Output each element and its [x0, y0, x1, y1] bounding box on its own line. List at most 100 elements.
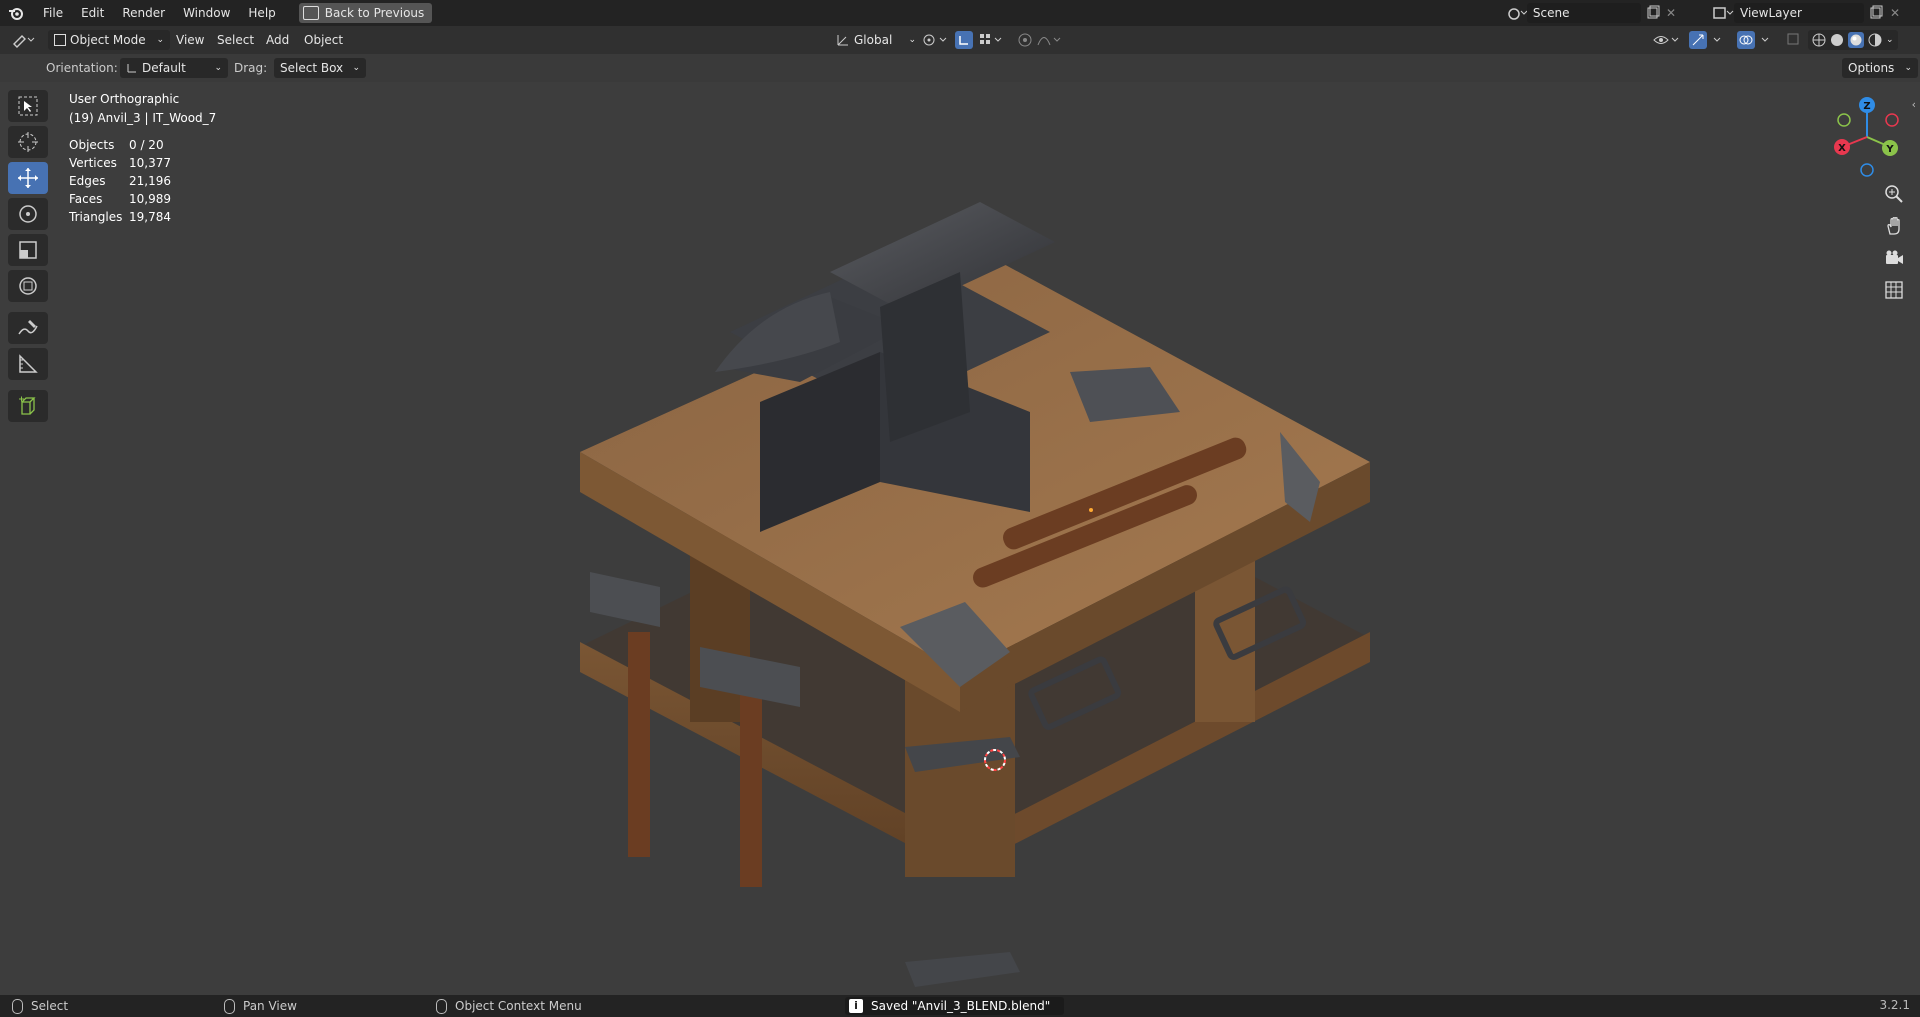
snap-toggle-icon[interactable] [954, 30, 974, 50]
add-cube-tool[interactable] [8, 390, 48, 422]
3d-viewport[interactable]: Z Y X [0, 82, 1920, 995]
drag-label: Drag: [234, 61, 268, 75]
gizmo-toggle-icon[interactable] [1688, 30, 1728, 50]
menu-edit[interactable]: Edit [72, 2, 113, 24]
annotate-tool[interactable] [8, 312, 48, 344]
chevron-down-icon: ⌄ [1904, 63, 1912, 73]
viewlayer-selector[interactable]: ViewLayer ✕ [1712, 3, 1912, 23]
cursor-icon [18, 132, 38, 152]
gizmo-neg-z[interactable] [1860, 163, 1874, 177]
mouse-right-icon [436, 998, 447, 1014]
drag-dropdown[interactable]: Select Box ⌄ [274, 58, 366, 78]
header-menu-select[interactable]: Select [217, 30, 254, 50]
measure-icon [19, 354, 38, 373]
drag-dropdown-value: Select Box [280, 61, 344, 75]
menu-help[interactable]: Help [239, 2, 284, 24]
workbench-model [580, 202, 1370, 987]
view-name: User Orthographic [69, 92, 180, 106]
rotate-tool[interactable] [8, 198, 48, 230]
menu-render[interactable]: Render [113, 2, 174, 24]
sidebar-toggle-icon[interactable]: ‹ [1912, 98, 1916, 111]
orientation-label: Orientation: [46, 61, 118, 75]
blender-logo-icon[interactable] [6, 3, 26, 23]
shading-chevron-icon[interactable]: ⌄ [1886, 30, 1894, 50]
active-object-info: (19) Anvil_3 | IT_Wood_7 [69, 111, 217, 125]
delete-viewlayer-icon[interactable]: ✕ [1890, 6, 1900, 20]
scene-statistics: Objects 0 / 20 Vertices 10,377 Edges 21,196… [69, 136, 216, 226]
mode-dropdown[interactable]: Object Mode ⌄ [48, 30, 170, 50]
scene-selector[interactable]: Scene ✕ [1506, 3, 1676, 23]
visibility-icon[interactable] [1652, 30, 1682, 50]
add-cube-icon [19, 396, 36, 415]
stat-value: 19,784 [129, 210, 171, 224]
chevron-down-icon: ⌄ [908, 35, 916, 45]
back-to-previous-button[interactable]: Back to Previous [298, 3, 433, 23]
scene-name[interactable]: Scene [1527, 6, 1570, 20]
header-menu-object[interactable]: Object [304, 30, 343, 50]
orientation-dropdown[interactable]: Default ⌄ [120, 58, 228, 78]
delete-scene-icon[interactable]: ✕ [1666, 6, 1676, 20]
status-select-hint: Select [12, 998, 69, 1014]
overlays-toggle-icon[interactable] [1736, 30, 1776, 50]
rendered-shading-icon[interactable] [1868, 33, 1882, 47]
options-dropdown[interactable]: Options ⌄ [1842, 58, 1918, 78]
transform-tool[interactable] [8, 270, 48, 302]
menu-file[interactable]: File [34, 2, 72, 24]
transform-icon [19, 277, 37, 295]
viewport-info-overlay: User Orthographic (19) Anvil_3 | IT_Wood… [69, 90, 216, 226]
gizmo-x-label: X [1838, 143, 1846, 154]
measure-tool[interactable] [8, 348, 48, 380]
saved-notification[interactable]: i Saved "Anvil_3_BLEND.blend" [845, 997, 1065, 1015]
copy-scene-icon[interactable] [1645, 5, 1660, 21]
navigation-gizmo[interactable]: Z Y X [1820, 92, 1910, 182]
solid-shading-icon[interactable] [1830, 33, 1844, 47]
status-pan-label: Pan View [243, 999, 297, 1013]
orientation-axes-icon [127, 64, 136, 73]
mouse-left-icon [12, 998, 23, 1014]
status-context-label: Object Context Menu [455, 999, 582, 1013]
header-menu-view[interactable]: View [176, 30, 204, 50]
copy-viewlayer-icon[interactable] [1868, 5, 1884, 21]
orientation-icon [837, 35, 848, 46]
chevron-down-icon: ⌄ [214, 63, 222, 73]
zoom-button[interactable] [1880, 180, 1908, 208]
camera-icon [1886, 250, 1903, 264]
perspective-toggle-button[interactable] [1880, 276, 1908, 304]
proportional-edit-icon[interactable] [1016, 30, 1066, 50]
move-tool[interactable] [8, 162, 48, 194]
chevron-down-icon: ⌄ [352, 63, 360, 73]
stat-value: 10,377 [129, 156, 171, 170]
status-select-label: Select [31, 999, 69, 1013]
pan-button[interactable] [1880, 212, 1908, 240]
material-shading-icon[interactable] [1848, 32, 1864, 48]
grid-icon [1885, 281, 1903, 299]
gizmo-neg-x[interactable] [1885, 113, 1899, 127]
scale-tool[interactable] [8, 234, 48, 266]
editor-type-icon[interactable] [10, 30, 38, 50]
version-label: 3.2.1 [1879, 998, 1910, 1012]
scene-icon [1508, 8, 1527, 20]
object-origin-dot [1089, 508, 1093, 512]
menu-window[interactable]: Window [174, 2, 239, 24]
viewlayer-icon [1713, 7, 1734, 19]
viewlayer-name[interactable]: ViewLayer [1734, 6, 1802, 20]
snap-target-icon[interactable] [978, 30, 1006, 50]
tool-shelf [8, 90, 52, 426]
wireframe-shading-icon[interactable] [1812, 33, 1826, 47]
pivot-point-icon[interactable] [920, 30, 950, 50]
gizmo-z-label: Z [1863, 101, 1870, 112]
camera-view-button[interactable] [1880, 244, 1908, 272]
scene-render [580, 202, 1370, 987]
gizmo-neg-y[interactable] [1837, 113, 1851, 127]
stat-label: Faces [69, 192, 103, 206]
transform-orientation-dropdown[interactable]: Global ⌄ [830, 30, 922, 50]
stat-row: Faces 10,989 [69, 190, 216, 208]
stat-row: Vertices 10,377 [69, 154, 216, 172]
header-menu-add[interactable]: Add [266, 30, 289, 50]
xray-toggle-icon[interactable] [1784, 30, 1804, 50]
chevron-down-icon: ⌄ [156, 35, 164, 45]
stat-value: 0 / 20 [129, 138, 164, 152]
select-box-tool[interactable] [8, 90, 48, 122]
tool-settings-bar: Orientation: Default ⌄ Drag: Select Box … [0, 54, 1920, 82]
cursor-tool[interactable] [8, 126, 48, 158]
